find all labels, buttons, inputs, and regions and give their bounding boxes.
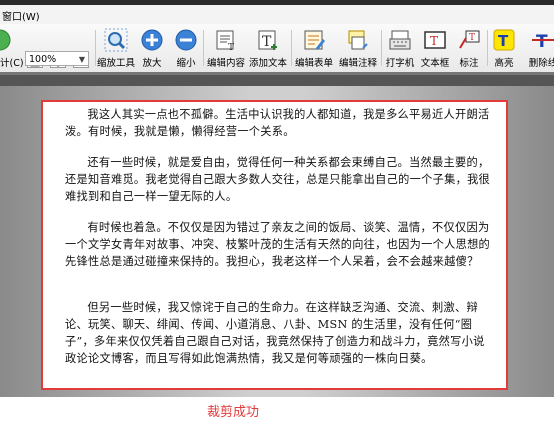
- toolbar: 计(C) 100% ▼ 缩放工具 放大 缩小 T 编辑内容 T 添加文本 编辑表…: [0, 24, 554, 73]
- callout-label: 标注: [459, 58, 479, 69]
- edit-form-label: 编辑表单: [294, 58, 333, 69]
- zoom-out-label: 缩小: [176, 58, 196, 69]
- callout-icon: T: [459, 30, 480, 49]
- zoom-tool-button[interactable]: 缩放工具: [96, 24, 136, 72]
- edit-annotation-icon: [348, 30, 368, 50]
- callout-button[interactable]: T 标注: [454, 24, 484, 72]
- textbox-icon: T: [424, 31, 446, 49]
- svg-text:T: T: [536, 32, 548, 52]
- paragraph: 有时候也着急。不仅仅是因为错过了亲友之间的饭局、谈笑、温情，不仅仅因为一个文学女…: [65, 221, 491, 268]
- add-text-icon: T: [258, 30, 277, 50]
- svg-text:T: T: [469, 33, 475, 43]
- toolbar-separator: [487, 30, 488, 66]
- edit-content-icon: T: [216, 30, 234, 52]
- edit-annotation-label: 编辑注释: [338, 58, 377, 69]
- typewriter-label: 打字机: [385, 58, 415, 69]
- zoom-tool-label: 缩放工具: [96, 58, 135, 69]
- edit-form-icon: [304, 30, 325, 50]
- textbox-button[interactable]: T 文本框: [418, 24, 452, 72]
- typewriter-icon: [389, 30, 411, 50]
- chevron-down-icon: ▼: [78, 55, 85, 64]
- toolbar-partial-label: 计(C): [0, 58, 24, 69]
- strikethrough-label: 删除线: [528, 58, 554, 69]
- highlight-icon: T: [493, 29, 515, 51]
- svg-text:T: T: [262, 34, 272, 50]
- zoom-value: 100%: [29, 54, 57, 65]
- strikethrough-icon: T: [532, 32, 554, 52]
- svg-text:T: T: [228, 43, 234, 52]
- typewriter-button[interactable]: 打字机: [383, 24, 417, 72]
- magnifier-icon: [104, 28, 128, 52]
- cropped-page: 我这人其实一点也不孤僻。生活中认识我的人都知道，我是多么平易近人开朗活泼。有时候…: [41, 100, 508, 390]
- toolbar-separator: [203, 30, 204, 66]
- minus-circle-icon: [175, 29, 197, 51]
- zoom-select[interactable]: 100% ▼: [25, 51, 89, 66]
- paragraph: 但另一些时候，我又惊诧于自己的生命力。在这样缺乏沟通、交流、刺激、辩论、玩笑、聊…: [65, 301, 485, 365]
- paragraph: 我这人其实一点也不孤僻。生活中认识我的人都知道，我是多么平易近人开朗活泼。有时候…: [65, 108, 490, 138]
- window-top-edge: [0, 0, 554, 5]
- edit-content-label: 编辑内容: [206, 58, 245, 69]
- menu-bar: 窗口(W): [0, 0, 554, 25]
- document-tab-bar: [0, 72, 554, 86]
- edit-form-button[interactable]: 编辑表单: [294, 24, 334, 72]
- tab-bar-highlight: [0, 72, 554, 75]
- toolbar-separator: [381, 30, 382, 66]
- plus-circle-icon: [141, 29, 163, 51]
- edit-content-button[interactable]: T 编辑内容: [206, 24, 246, 72]
- partial-green-icon: [0, 29, 11, 51]
- svg-text:T: T: [498, 32, 509, 50]
- toolbar-separator: [291, 30, 292, 66]
- edit-annotation-button[interactable]: 编辑注释: [338, 24, 378, 72]
- highlight-button[interactable]: T 高亮: [490, 24, 518, 72]
- zoom-out-button[interactable]: 缩小: [172, 24, 200, 72]
- strikethrough-button[interactable]: T 删除线: [526, 24, 554, 72]
- zoom-in-label: 放大: [142, 58, 162, 69]
- add-text-label: 添加文本: [248, 58, 287, 69]
- highlight-label: 高亮: [494, 58, 514, 69]
- svg-text:T: T: [430, 34, 438, 48]
- paragraph: 还有一些时候，就是爱自由，觉得任何一种关系都会束缚自己。当然最主要的，还是知音难…: [65, 156, 491, 203]
- textbox-label: 文本框: [420, 58, 450, 69]
- menu-window[interactable]: 窗口(W): [2, 8, 40, 23]
- zoom-in-button[interactable]: 放大: [138, 24, 166, 72]
- crop-success-caption: 裁剪成功: [207, 405, 260, 420]
- add-text-button[interactable]: T 添加文本: [248, 24, 288, 72]
